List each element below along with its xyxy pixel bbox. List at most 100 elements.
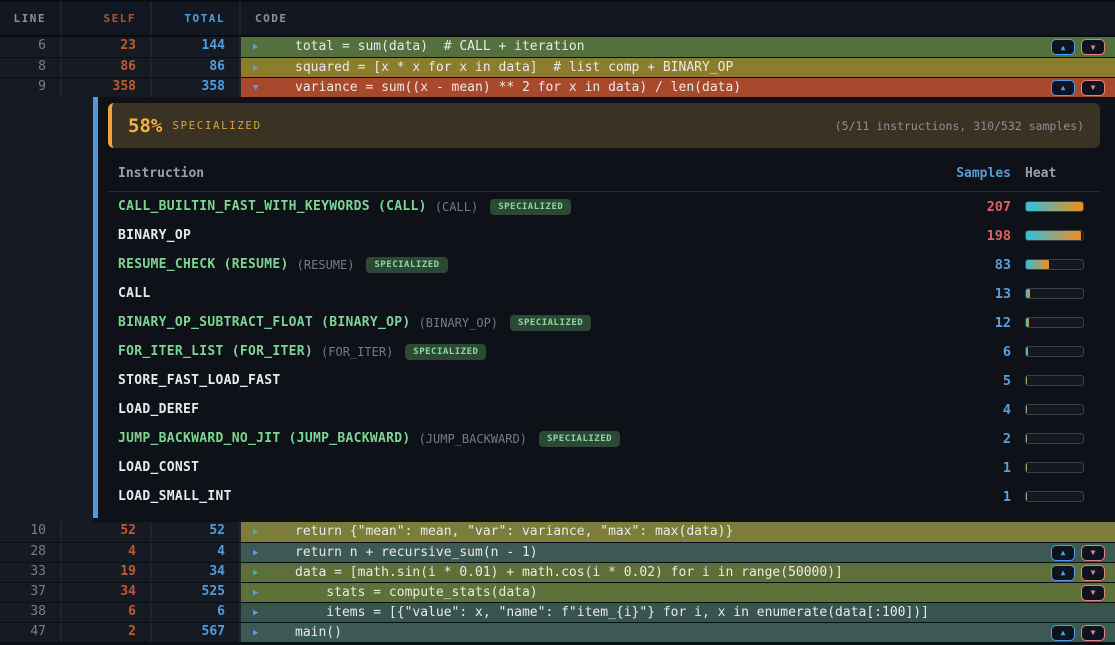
instruction-row: LOAD_DEREF 4 <box>108 395 1100 424</box>
code-text: variance = sum((x - mean) ** 2 for x in … <box>295 79 741 97</box>
self-samples: 86 <box>62 58 152 77</box>
line-number: 9 <box>0 78 62 97</box>
profiler-window: LINE SELF TOTAL CODE 6 23 144 ▶ total = … <box>0 0 1115 645</box>
heat-bar-fill <box>1026 347 1028 356</box>
specialized-badge: SPECIALIZED <box>366 257 447 273</box>
instruction-row: CALL_BUILTIN_FAST_WITH_KEYWORDS (CALL) (… <box>108 192 1100 221</box>
expand-toggle-icon[interactable]: ▶ <box>253 564 265 582</box>
jump-down-button[interactable]: ▼ <box>1081 39 1105 55</box>
jump-down-button[interactable]: ▼ <box>1081 80 1105 96</box>
jump-down-button[interactable]: ▼ <box>1081 545 1105 561</box>
column-header-samples: Samples <box>931 166 1011 181</box>
instruction-name: RESUME_CHECK (RESUME) <box>118 257 289 272</box>
instruction-rows: CALL_BUILTIN_FAST_WITH_KEYWORDS (CALL) (… <box>108 192 1100 511</box>
code-cell[interactable]: ▶ data = [math.sin(i * 0.01) + math.cos(… <box>241 563 1115 582</box>
instruction-base-name: (FOR_ITER) <box>321 345 393 359</box>
heat-bar-track <box>1025 317 1084 328</box>
specialized-badge: SPECIALIZED <box>405 344 486 360</box>
code-line-row: 33 19 34 ▶ data = [math.sin(i * 0.01) + … <box>0 562 1115 582</box>
navigation-buttons: ▲▼ <box>1051 39 1115 55</box>
code-cell[interactable]: ▶ squared = [x * x for x in data] # list… <box>241 58 1115 77</box>
expand-toggle-icon[interactable]: ▶ <box>253 38 265 56</box>
total-samples: 52 <box>152 522 241 542</box>
heat-bar-cell <box>1025 259 1100 270</box>
expand-toggle-icon[interactable]: ▶ <box>253 604 265 622</box>
line-number: 28 <box>0 543 62 562</box>
instruction-panel: 58% SPECIALIZED (5/11 instructions, 310/… <box>98 97 1115 522</box>
instruction-name: BINARY_OP_SUBTRACT_FLOAT (BINARY_OP) <box>118 315 411 330</box>
code-cell[interactable]: ▶ total = sum(data) # CALL + iteration ▲… <box>241 37 1115 57</box>
code-cell[interactable]: ▶ return n + recursive_sum(n - 1) ▲▼ <box>241 543 1115 562</box>
instruction-name: STORE_FAST_LOAD_FAST <box>118 373 281 388</box>
total-samples: 86 <box>152 58 241 77</box>
self-samples: 23 <box>62 37 152 57</box>
expand-toggle-icon[interactable]: ▶ <box>253 584 265 602</box>
instruction-samples: 1 <box>931 460 1011 476</box>
self-samples: 4 <box>62 543 152 562</box>
instruction-name: LOAD_CONST <box>118 460 199 475</box>
heat-bar-cell <box>1025 462 1100 473</box>
instruction-base-name: (RESUME) <box>297 258 355 272</box>
jump-up-button[interactable]: ▲ <box>1051 39 1075 55</box>
self-samples: 52 <box>62 522 152 542</box>
heat-bar-track <box>1025 404 1084 415</box>
instruction-samples: 198 <box>931 228 1011 244</box>
total-samples: 144 <box>152 37 241 57</box>
code-line-row: 37 34 525 ▶ stats = compute_stats(data) … <box>0 582 1115 602</box>
column-header-code: CODE <box>241 2 1115 35</box>
specialized-badge: SPECIALIZED <box>490 199 571 215</box>
line-number: 33 <box>0 563 62 582</box>
jump-up-button[interactable]: ▲ <box>1051 625 1075 641</box>
expand-toggle-icon[interactable]: ▼ <box>253 79 265 97</box>
column-header-self: SELF <box>62 2 152 35</box>
code-cell[interactable]: ▶ return {"mean": mean, "var": variance,… <box>241 522 1115 542</box>
navigation-buttons: ▲▼ <box>1051 545 1115 561</box>
instruction-table-header: Instruction Samples Heat <box>108 156 1100 192</box>
gutter <box>0 97 93 522</box>
code-line-row: 6 23 144 ▶ total = sum(data) # CALL + it… <box>0 37 1115 57</box>
column-header-line: LINE <box>0 2 62 35</box>
navigation-buttons: ▲▼ <box>1051 625 1115 641</box>
line-number: 10 <box>0 522 62 542</box>
heat-bar-cell <box>1025 491 1100 502</box>
heat-bar-fill <box>1026 260 1049 269</box>
code-cell[interactable]: ▶ items = [{"value": x, "name": f"item_{… <box>241 603 1115 622</box>
table-header: LINE SELF TOTAL CODE <box>0 0 1115 37</box>
instruction-base-name: (CALL) <box>435 200 478 214</box>
jump-up-button[interactable]: ▲ <box>1051 565 1075 581</box>
code-cell[interactable]: ▼ variance = sum((x - mean) ** 2 for x i… <box>241 78 1115 97</box>
expand-toggle-icon[interactable]: ▶ <box>253 624 265 642</box>
code-text: stats = compute_stats(data) <box>295 584 538 602</box>
expand-toggle-icon[interactable]: ▶ <box>253 544 265 562</box>
heat-bar-track <box>1025 462 1084 473</box>
code-cell[interactable]: ▶ stats = compute_stats(data) ▼ <box>241 583 1115 602</box>
expand-toggle-icon[interactable]: ▶ <box>253 59 265 77</box>
specialized-badge: SPECIALIZED <box>510 315 591 331</box>
heat-bar-track <box>1025 288 1084 299</box>
line-number: 38 <box>0 603 62 622</box>
specialized-label: SPECIALIZED <box>172 119 261 132</box>
heat-bar-fill <box>1026 231 1081 240</box>
instruction-samples: 83 <box>931 257 1011 273</box>
jump-down-button[interactable]: ▼ <box>1081 565 1105 581</box>
expand-toggle-icon[interactable]: ▶ <box>253 523 265 541</box>
total-samples: 6 <box>152 603 241 622</box>
line-number: 8 <box>0 58 62 77</box>
code-cell[interactable]: ▶ main() ▲▼ <box>241 623 1115 642</box>
jump-up-button[interactable]: ▲ <box>1051 545 1075 561</box>
instruction-samples: 5 <box>931 373 1011 389</box>
self-samples: 19 <box>62 563 152 582</box>
instruction-row: BINARY_OP 198 <box>108 221 1100 250</box>
heat-bar-track <box>1025 375 1084 386</box>
heat-bar-track <box>1025 346 1084 357</box>
navigation-buttons: ▼ <box>1081 585 1115 601</box>
instruction-name: JUMP_BACKWARD_NO_JIT (JUMP_BACKWARD) <box>118 431 411 446</box>
jump-down-button[interactable]: ▼ <box>1081 625 1105 641</box>
jump-down-button[interactable]: ▼ <box>1081 585 1105 601</box>
jump-up-button[interactable]: ▲ <box>1051 80 1075 96</box>
instruction-row: RESUME_CHECK (RESUME) (RESUME) SPECIALIZ… <box>108 250 1100 279</box>
code-line-row: 9 358 358 ▼ variance = sum((x - mean) **… <box>0 77 1115 97</box>
instruction-samples: 13 <box>931 286 1011 302</box>
heat-bar-cell <box>1025 201 1100 212</box>
instruction-samples: 2 <box>931 431 1011 447</box>
